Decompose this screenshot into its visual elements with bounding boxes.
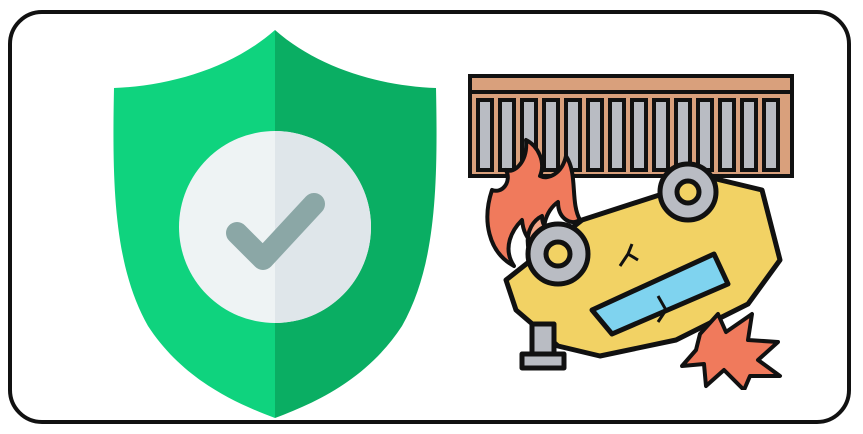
shield-check-icon bbox=[113, 30, 437, 418]
car-crash-bridge-icon bbox=[468, 74, 794, 390]
bridge-railing bbox=[468, 74, 794, 178]
